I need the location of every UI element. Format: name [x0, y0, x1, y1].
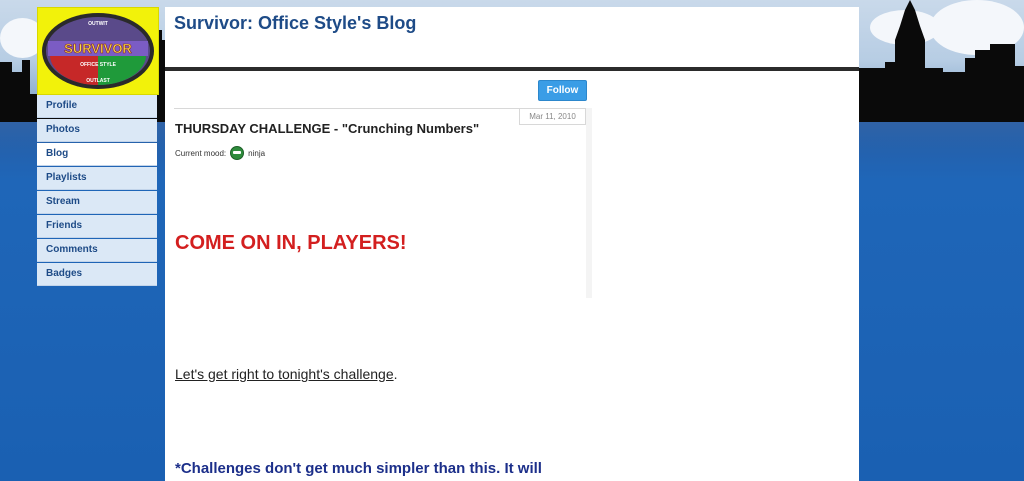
post-note: *Challenges don't get much simpler than …: [175, 460, 542, 477]
sidebar-item-badges[interactable]: Badges: [37, 263, 157, 286]
post-title[interactable]: THURSDAY CHALLENGE - "Crunching Numbers": [175, 121, 479, 136]
body-punctuation: .: [393, 366, 398, 382]
follow-button[interactable]: Follow: [538, 80, 587, 101]
main-panel: Survivor: Office Style's Blog Follow Mar…: [165, 7, 859, 481]
post-body-line: Let's get right to tonight's challenge.: [175, 366, 398, 382]
post-column-edge: [586, 108, 592, 298]
sidebar-nav: Profile Photos Blog Playlists Stream Fri…: [37, 95, 157, 287]
survivor-logo[interactable]: SURVIVOR OUTWIT OFFICE STYLE OUTLAST: [37, 7, 159, 95]
current-mood: Current mood: ninja: [175, 146, 265, 160]
mood-label: Current mood:: [175, 148, 227, 158]
sidebar-item-stream[interactable]: Stream: [37, 191, 157, 214]
post-date-badge: Mar 11, 2010: [519, 108, 586, 125]
sidebar-item-playlists[interactable]: Playlists: [37, 167, 157, 190]
logo-sub-text: OFFICE STYLE: [80, 62, 117, 68]
sidebar-item-friends[interactable]: Friends: [37, 215, 157, 238]
ninja-icon: [230, 146, 245, 160]
logo-main-text: SURVIVOR: [64, 41, 132, 56]
skyline-right-icon: [855, 0, 1024, 122]
sidebar-item-blog[interactable]: Blog: [37, 143, 157, 166]
header-divider: [165, 67, 859, 71]
logo-top-text: OUTWIT: [88, 21, 108, 27]
sidebar-item-profile[interactable]: Profile: [37, 95, 157, 118]
challenge-link[interactable]: Let's get right to tonight's challenge: [175, 366, 394, 382]
mood-value: ninja: [248, 148, 266, 158]
blog-title[interactable]: Survivor: Office Style's Blog: [174, 13, 416, 34]
sidebar-item-photos[interactable]: Photos: [37, 119, 157, 142]
post-headline: COME ON IN, PLAYERS!: [175, 232, 407, 254]
survivor-logo-emblem-icon: SURVIVOR OUTWIT OFFICE STYLE OUTLAST: [42, 13, 154, 89]
logo-bottom-text: OUTLAST: [86, 78, 110, 84]
sidebar-item-comments[interactable]: Comments: [37, 239, 157, 262]
